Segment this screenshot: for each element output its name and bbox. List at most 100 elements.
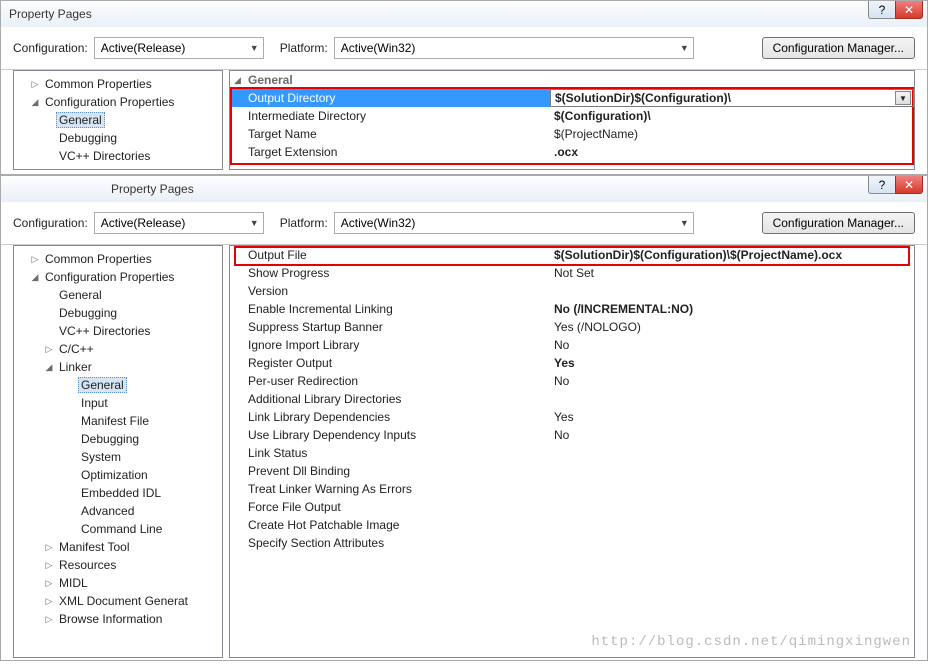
close-button[interactable]: ✕ [895, 176, 923, 194]
expander-icon: ▷ [44, 542, 54, 553]
property-name: Enable Incremental Linking [230, 300, 550, 318]
property-row[interactable]: Force File Output [230, 498, 914, 516]
property-value[interactable] [550, 444, 914, 462]
property-name: Intermediate Directory [230, 107, 550, 125]
configuration-manager-button[interactable]: Configuration Manager... [762, 212, 915, 234]
property-name: Show Progress [230, 264, 550, 282]
tree-general[interactable]: General [14, 111, 222, 129]
tree-linker-manifest[interactable]: Manifest File [14, 412, 222, 430]
property-value[interactable]: $(SolutionDir)$(Configuration)\▼ [550, 89, 914, 107]
property-row[interactable]: Prevent Dll Binding [230, 462, 914, 480]
property-row[interactable]: Treat Linker Warning As Errors [230, 480, 914, 498]
tree-browse[interactable]: ▷Browse Information [14, 610, 222, 628]
property-row[interactable]: Additional Library Directories [230, 390, 914, 408]
tree-linker-general[interactable]: General [14, 376, 222, 394]
property-tree[interactable]: ▷Common Properties ◢Configuration Proper… [13, 245, 223, 658]
expander-icon: ▷ [30, 254, 40, 265]
property-name: Target Name [230, 125, 550, 143]
property-row[interactable]: Intermediate Directory$(Configuration)\ [230, 107, 914, 125]
property-value[interactable] [550, 498, 914, 516]
property-value[interactable] [550, 390, 914, 408]
property-value[interactable] [550, 516, 914, 534]
tree-manifest-tool[interactable]: ▷Manifest Tool [14, 538, 222, 556]
property-pages-window-top: Property Pages ? ✕ Configuration: Active… [0, 0, 928, 175]
property-row[interactable]: Link Status [230, 444, 914, 462]
tree-common-properties[interactable]: ▷Common Properties [14, 75, 222, 93]
property-row[interactable]: Suppress Startup BannerYes (/NOLOGO) [230, 318, 914, 336]
tree-common-properties[interactable]: ▷Common Properties [14, 250, 222, 268]
tree-debugging[interactable]: Debugging [14, 129, 222, 147]
property-row[interactable]: Target Name$(ProjectName) [230, 125, 914, 143]
tree-debugging[interactable]: Debugging [14, 304, 222, 322]
tree-vcdirs[interactable]: VC++ Directories [14, 322, 222, 340]
property-grid[interactable]: ◢General Output Directory$(SolutionDir)$… [229, 70, 915, 170]
property-row[interactable]: Enable Incremental LinkingNo (/INCREMENT… [230, 300, 914, 318]
property-value[interactable]: No [550, 372, 914, 390]
property-row[interactable]: Output Directory$(SolutionDir)$(Configur… [230, 89, 914, 107]
property-row[interactable]: Specify Section Attributes [230, 534, 914, 552]
property-name: Link Status [230, 444, 550, 462]
tree-cc[interactable]: ▷C/C++ [14, 340, 222, 358]
platform-combo[interactable]: Active(Win32)▼ [334, 37, 694, 59]
tree-linker-idl[interactable]: Embedded IDL [14, 484, 222, 502]
property-row[interactable]: Link Library DependenciesYes [230, 408, 914, 426]
tree-linker-optimization[interactable]: Optimization [14, 466, 222, 484]
property-row[interactable]: Output File$(SolutionDir)$(Configuration… [230, 246, 914, 264]
property-value[interactable]: No [550, 336, 914, 354]
property-value[interactable]: $(ProjectName) [550, 125, 914, 143]
tree-linker[interactable]: ◢Linker [14, 358, 222, 376]
tree-xml[interactable]: ▷XML Document Generat [14, 592, 222, 610]
property-value[interactable]: No [550, 426, 914, 444]
property-name: Force File Output [230, 498, 550, 516]
property-value[interactable]: .ocx [550, 143, 914, 161]
grid-category[interactable]: ◢General [230, 71, 914, 89]
tree-linker-system[interactable]: System [14, 448, 222, 466]
property-value[interactable]: Yes [550, 354, 914, 372]
configuration-label: Configuration: [13, 216, 88, 230]
dropdown-button[interactable]: ▼ [895, 91, 911, 105]
platform-combo[interactable]: Active(Win32)▼ [334, 212, 694, 234]
property-value[interactable]: Yes [550, 408, 914, 426]
tree-linker-cmd[interactable]: Command Line [14, 520, 222, 538]
property-value[interactable] [550, 534, 914, 552]
tree-linker-debugging[interactable]: Debugging [14, 430, 222, 448]
property-value[interactable]: $(SolutionDir)$(Configuration)\$(Project… [550, 246, 914, 264]
platform-label: Platform: [280, 41, 328, 55]
property-value[interactable]: Yes (/NOLOGO) [550, 318, 914, 336]
configuration-combo[interactable]: Active(Release)▼ [94, 212, 264, 234]
tree-configuration-properties[interactable]: ◢Configuration Properties [14, 93, 222, 111]
tree-general[interactable]: General [14, 286, 222, 304]
expander-icon: ▷ [30, 79, 40, 90]
tree-midl[interactable]: ▷MIDL [14, 574, 222, 592]
close-button[interactable]: ✕ [895, 1, 923, 19]
property-row[interactable]: Ignore Import LibraryNo [230, 336, 914, 354]
property-grid[interactable]: Output File$(SolutionDir)$(Configuration… [229, 245, 915, 658]
property-value[interactable] [550, 282, 914, 300]
tree-configuration-properties[interactable]: ◢Configuration Properties [14, 268, 222, 286]
property-row[interactable]: Register OutputYes [230, 354, 914, 372]
property-tree[interactable]: ▷Common Properties ◢Configuration Proper… [13, 70, 223, 170]
property-value[interactable]: Not Set [550, 264, 914, 282]
expander-icon: ▷ [44, 614, 54, 625]
tree-linker-input[interactable]: Input [14, 394, 222, 412]
tree-vcdirs[interactable]: VC++ Directories [14, 147, 222, 165]
chevron-down-icon: ▼ [680, 218, 689, 228]
tree-linker-advanced[interactable]: Advanced [14, 502, 222, 520]
property-value[interactable] [550, 480, 914, 498]
property-row[interactable]: Create Hot Patchable Image [230, 516, 914, 534]
property-value[interactable]: No (/INCREMENTAL:NO) [550, 300, 914, 318]
property-row[interactable]: Show ProgressNot Set [230, 264, 914, 282]
configuration-manager-button[interactable]: Configuration Manager... [762, 37, 915, 59]
property-row[interactable]: Use Library Dependency InputsNo [230, 426, 914, 444]
configuration-combo[interactable]: Active(Release)▼ [94, 37, 264, 59]
tree-resources[interactable]: ▷Resources [14, 556, 222, 574]
property-name: Ignore Import Library [230, 336, 550, 354]
property-row[interactable]: Target Extension.ocx [230, 143, 914, 161]
property-value[interactable] [550, 462, 914, 480]
help-button[interactable]: ? [868, 1, 896, 19]
config-toolbar: Configuration: Active(Release)▼ Platform… [1, 202, 927, 244]
help-button[interactable]: ? [868, 176, 896, 194]
property-value[interactable]: $(Configuration)\ [550, 107, 914, 125]
property-row[interactable]: Version [230, 282, 914, 300]
property-row[interactable]: Per-user RedirectionNo [230, 372, 914, 390]
